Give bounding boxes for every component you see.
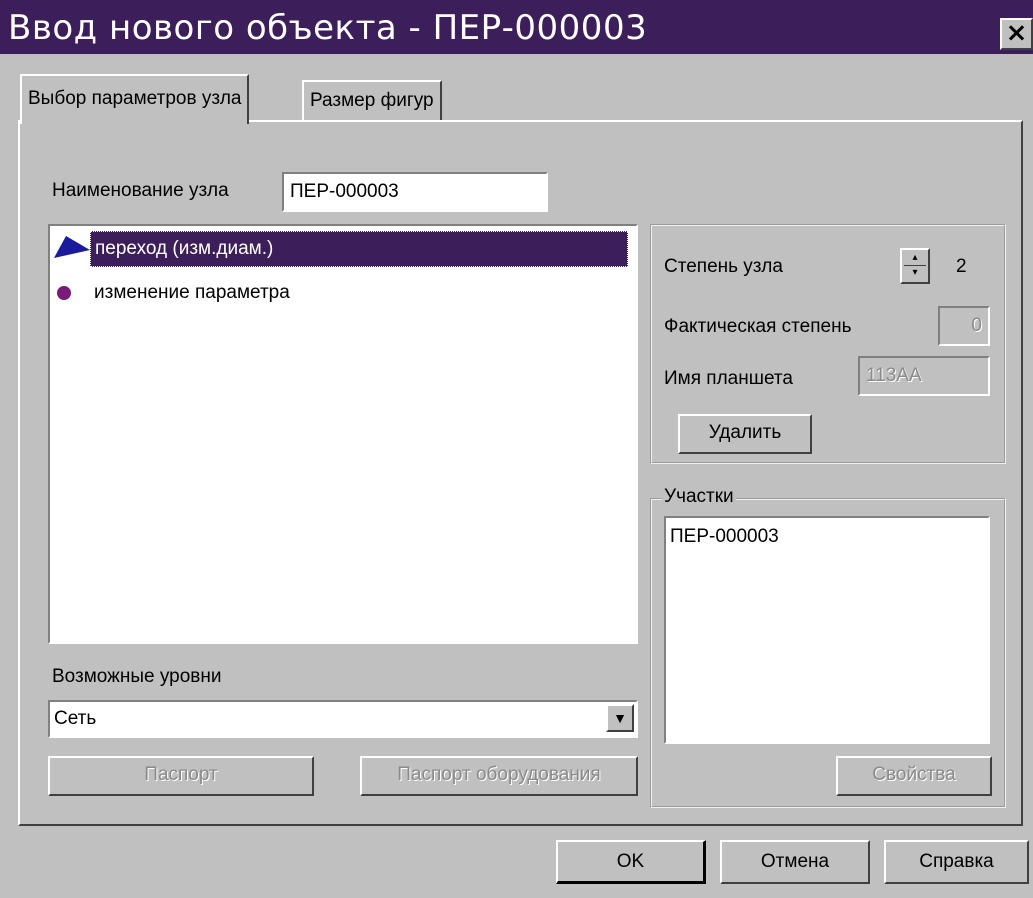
cancel-button[interactable]: Отмена: [720, 840, 870, 884]
tablet-name-label: Имя планшета: [664, 368, 793, 389]
actual-degree-field: 0: [938, 306, 990, 346]
triangle-icon: [50, 234, 90, 264]
tablet-name-value: 113АА: [866, 365, 922, 386]
passport-button: Паспорт: [48, 756, 314, 796]
list-item-label: переход (изм.диам.): [90, 231, 628, 267]
spin-up-icon[interactable]: ▴: [904, 252, 926, 266]
equipment-passport-button: Паспорт оборудования: [360, 756, 638, 796]
levels-label: Возможные уровни: [52, 666, 222, 687]
properties-button: Свойства: [836, 756, 992, 796]
close-icon: ×: [1005, 18, 1028, 48]
close-button[interactable]: ×: [1000, 18, 1033, 50]
degree-label: Степень узла: [664, 256, 783, 277]
equipment-passport-button-label: Паспорт оборудования: [397, 764, 601, 785]
list-item[interactable]: ПЕР-000003: [670, 526, 779, 548]
tab-node-parameters[interactable]: Выбор параметров узла: [20, 74, 250, 124]
chevron-down-icon[interactable]: ▼: [606, 704, 634, 732]
spin-down-icon[interactable]: ▾: [904, 267, 926, 281]
tablet-name-field: 113АА: [858, 356, 990, 396]
node-type-list[interactable]: переход (изм.диам.) изменение параметра: [48, 224, 638, 644]
delete-button[interactable]: Удалить: [678, 414, 812, 454]
ok-button-label: OK: [616, 851, 645, 872]
levels-selected-value: Сеть: [54, 708, 97, 729]
tab-label: Размер фигур: [310, 90, 434, 111]
levels-select[interactable]: Сеть ▼: [48, 700, 638, 738]
tab-label: Выбор параметров узла: [28, 88, 242, 109]
sections-group-label: Участки: [662, 486, 736, 508]
sections-list[interactable]: ПЕР-000003: [664, 516, 990, 744]
list-item-parameter-change[interactable]: изменение параметра: [50, 274, 630, 312]
node-name-value: ПЕР-000003: [290, 181, 399, 202]
node-name-label: Наименование узла: [52, 180, 229, 201]
window-title: Ввод нового объекта - ПЕР-000003: [8, 8, 648, 48]
degree-value[interactable]: 2: [956, 256, 967, 278]
list-item-label: изменение параметра: [94, 282, 290, 303]
help-button-label: Справка: [919, 851, 994, 872]
degree-spinner[interactable]: ▴ ▾: [900, 248, 930, 284]
help-button[interactable]: Справка: [884, 840, 1029, 884]
delete-button-label: Удалить: [708, 422, 782, 443]
cancel-button-label: Отмена: [760, 851, 830, 872]
passport-button-label: Паспорт: [144, 764, 218, 785]
properties-button-label: Свойства: [872, 764, 956, 785]
actual-degree-label: Фактическая степень: [664, 316, 852, 337]
node-name-input[interactable]: ПЕР-000003: [282, 172, 548, 212]
ok-button[interactable]: OK: [556, 840, 706, 884]
list-item-transition[interactable]: переход (изм.диам.): [50, 230, 630, 268]
actual-degree-value: 0: [971, 315, 982, 336]
tab-figure-size[interactable]: Размер фигур: [302, 80, 442, 122]
dot-icon: [50, 278, 90, 308]
title-bar: Ввод нового объекта - ПЕР-000003 ×: [0, 0, 1033, 54]
